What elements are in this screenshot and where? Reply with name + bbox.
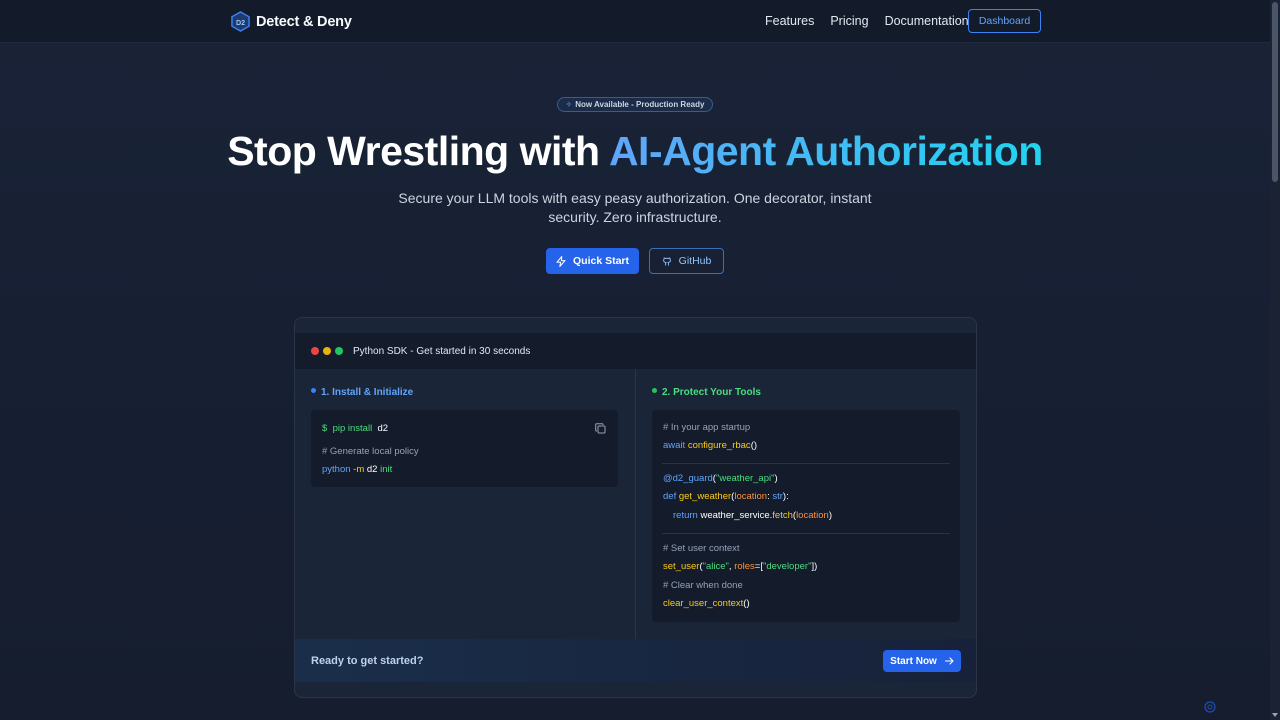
code-token: await <box>663 440 686 451</box>
shell-prompt: $ <box>322 423 328 434</box>
code-token: () <box>750 440 758 451</box>
brand[interactable]: D2 Detect & Deny <box>231 11 352 32</box>
card-header-title: Python SDK - Get started in 30 seconds <box>353 345 531 357</box>
github-button[interactable]: GitHub <box>649 248 724 274</box>
code-token: d2 <box>366 464 378 475</box>
code-line: $ pip install d2 <box>322 423 388 434</box>
card-footer: Ready to get started? Start Now <box>295 639 976 682</box>
code-token: fetch <box>772 510 793 521</box>
code-token: ) <box>774 473 778 484</box>
logo-text: D2 <box>236 19 245 27</box>
code-separator <box>662 533 950 534</box>
code-line: await configure_rbac() <box>663 440 757 451</box>
brand-name: Detect & Deny <box>256 13 352 30</box>
install-command: pip install <box>332 423 373 434</box>
code-token: @d2_guard <box>663 473 713 484</box>
code-comment: # Clear when done <box>663 580 743 591</box>
code-line: set_user("alice", roles=["developer"]) <box>663 561 817 572</box>
step-bullet-icon <box>311 388 316 393</box>
column-divider <box>635 369 636 639</box>
d2-logo-icon: D2 <box>231 11 250 32</box>
code-token: roles <box>734 561 755 572</box>
hero-title-accent: AI-Agent Authorization <box>608 128 1043 174</box>
code-token: "developer" <box>762 561 812 572</box>
code-token: configure_rbac <box>687 440 751 451</box>
code-token: weather_service. <box>700 510 773 521</box>
hero-title-prefix: Stop Wrestling with <box>227 128 609 174</box>
code-token: init <box>380 464 393 475</box>
dashboard-button[interactable]: Dashboard <box>968 9 1041 33</box>
github-icon <box>662 256 672 266</box>
code-separator <box>662 463 950 464</box>
code-token: "alice" <box>702 561 729 572</box>
sdk-code-card: Python SDK - Get started in 30 seconds 1… <box>294 317 977 698</box>
nav-links: Features Pricing Documentation <box>765 14 969 28</box>
window-dot-green-icon <box>335 347 343 355</box>
code-token: () <box>743 598 750 609</box>
nav-link-pricing[interactable]: Pricing <box>830 14 868 28</box>
code-token: location <box>734 491 768 502</box>
code-token: return <box>673 510 698 521</box>
code-comment: # Set user context <box>663 543 740 554</box>
badge-text: Now Available - Production Ready <box>575 100 705 109</box>
code-comment: # Generate local policy <box>322 446 419 457</box>
page-scrollbar[interactable] <box>1270 0 1280 720</box>
lightning-icon <box>556 255 566 267</box>
code-token: location <box>796 510 829 521</box>
code-token: str <box>772 491 783 502</box>
code-token: def <box>663 491 677 502</box>
nav-link-features[interactable]: Features <box>765 14 814 28</box>
code-token: python <box>322 464 351 475</box>
availability-badge: ✧ Now Available - Production Ready <box>557 97 713 112</box>
install-step-title: 1. Install & Initialize <box>311 387 413 398</box>
scroll-down-arrow-icon[interactable] <box>1272 713 1278 717</box>
footer-cta-text: Ready to get started? <box>311 655 424 667</box>
github-label: GitHub <box>678 255 712 267</box>
hero-subtitle: Secure your LLM tools with easy peasy au… <box>398 190 872 225</box>
protect-code-block: # In your app startup await configure_rb… <box>652 410 960 622</box>
code-token: get_weather <box>678 491 732 502</box>
code-token: -m <box>353 464 365 475</box>
code-token: ]) <box>811 561 818 572</box>
card-header: Python SDK - Get started in 30 seconds <box>295 333 976 369</box>
code-token: set_user <box>663 561 700 572</box>
code-line: return weather_service.fetch(location) <box>673 510 832 521</box>
code-comment: # In your app startup <box>663 422 751 433</box>
protect-step-label: 2. Protect Your Tools <box>662 387 761 398</box>
quick-start-button[interactable]: Quick Start <box>546 248 639 274</box>
nav-link-documentation[interactable]: Documentation <box>885 14 969 28</box>
install-step-label: 1. Install & Initialize <box>321 387 414 398</box>
step-bullet-icon <box>652 388 657 393</box>
protect-step-title: 2. Protect Your Tools <box>652 387 761 398</box>
code-line: python -m d2 init <box>322 464 392 475</box>
code-line: @d2_guard("weather_api") <box>663 473 778 484</box>
window-dot-yellow-icon <box>323 347 331 355</box>
code-token: clear_user_context <box>663 598 744 609</box>
code-token: =[ <box>754 561 763 572</box>
start-now-label: Start Now <box>890 655 937 667</box>
code-line: def get_weather(location: str): <box>663 491 789 502</box>
window-dot-red-icon <box>311 347 319 355</box>
package-name: d2 <box>377 423 389 434</box>
code-token: ): <box>782 491 789 502</box>
copy-icon[interactable] <box>595 423 606 437</box>
hero-title: Stop Wrestling with AI-Agent Authorizati… <box>0 128 1270 175</box>
code-line: clear_user_context() <box>663 598 750 609</box>
arrow-right-icon <box>944 657 954 665</box>
quick-start-label: Quick Start <box>572 255 630 267</box>
code-token: ) <box>828 510 832 521</box>
scrollbar-thumb[interactable] <box>1272 2 1278 182</box>
top-navbar: D2 Detect & Deny Features Pricing Docume… <box>0 0 1270 43</box>
corner-gear-icon[interactable] <box>1203 700 1217 714</box>
start-now-button[interactable]: Start Now <box>883 650 961 672</box>
install-code-block: $ pip install d2 # Generate local policy… <box>311 410 618 487</box>
sparkle-icon: ✧ <box>565 100 573 109</box>
code-token: "weather_api" <box>715 473 775 484</box>
